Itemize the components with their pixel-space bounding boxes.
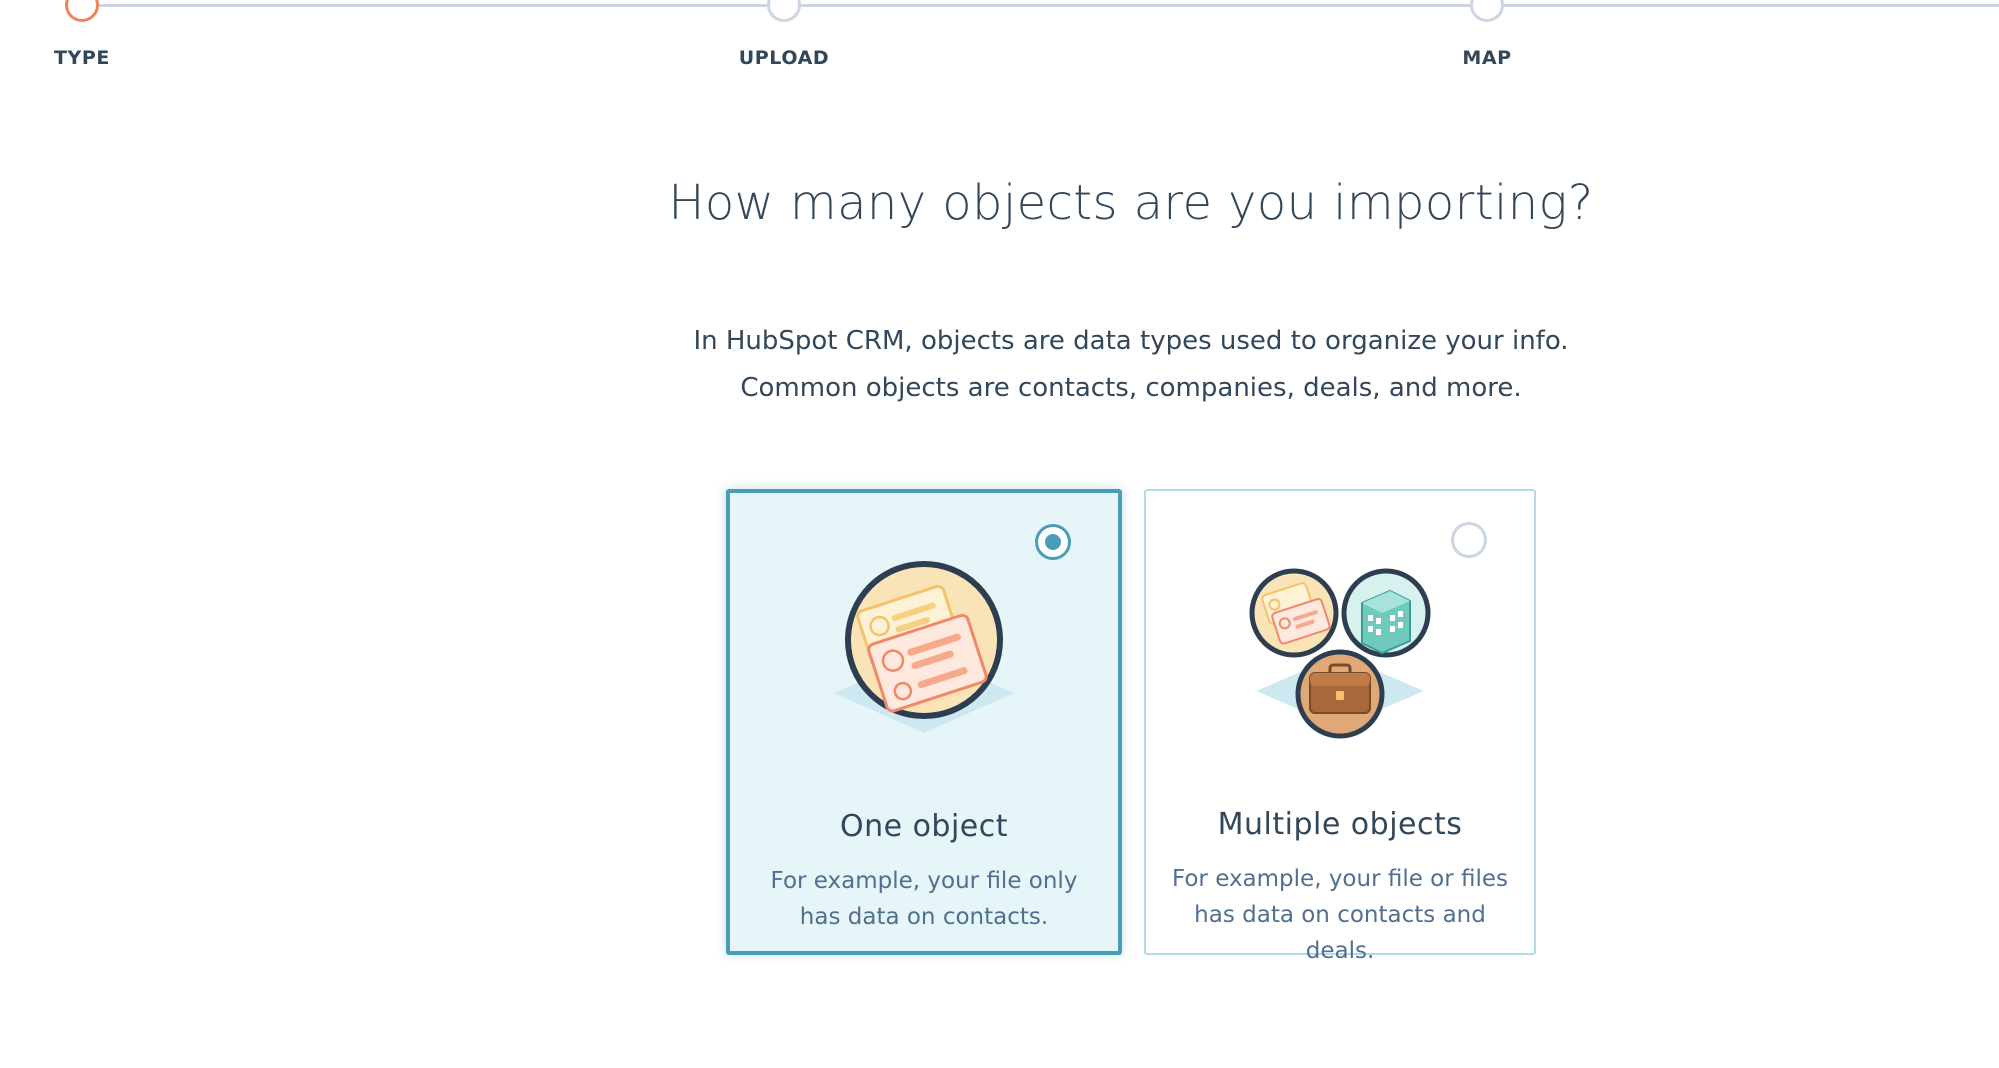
step-type-marker[interactable] [65,0,99,22]
multiple-objects-radio[interactable] [1451,522,1487,558]
radio-selected-dot [1045,534,1061,550]
step-upload-label[interactable]: UPLOAD [739,47,830,69]
multiple-objects-title: Multiple objects [1217,807,1463,842]
step-map-marker[interactable] [1470,0,1504,22]
step-map-label[interactable]: MAP [1462,47,1511,69]
option-card-one-object[interactable]: One object For example, your file only h… [726,489,1122,955]
contacts-companies-deals-icon [1249,568,1431,739]
intro-text: In HubSpot CRM, objects are data types u… [693,326,1569,403]
import-stepper: TYPE UPLOAD MAP [0,0,1999,80]
stepper-track [82,4,1999,7]
multiple-objects-description: For example, your file or files has data… [1171,866,1509,964]
step-upload-marker[interactable] [767,0,801,22]
contact-cards-icon [834,561,1014,733]
step-type-label[interactable]: TYPE [54,47,110,69]
one-object-radio[interactable] [1035,524,1071,560]
one-object-title: One object [839,809,1009,844]
option-card-multiple-objects[interactable]: Multiple objects For example, your file … [1144,489,1536,964]
one-object-description: For example, your file only has data on … [770,868,1078,930]
page-title: How many objects are you importing? [668,175,1594,231]
